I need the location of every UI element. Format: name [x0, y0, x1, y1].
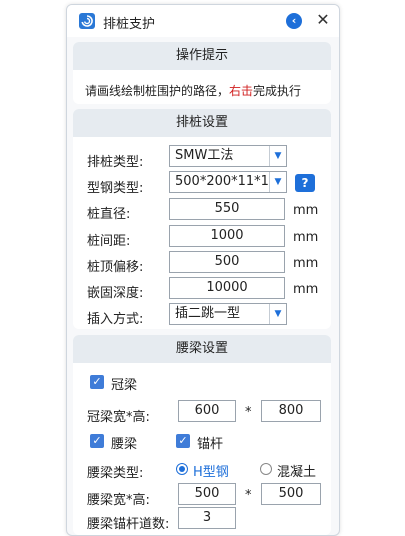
steel-type-select[interactable]: 500*200*11*19 ▼: [169, 171, 287, 193]
tip-text: 请画线绘制桩围护的路径，右击完成执行: [85, 84, 302, 98]
crown-times: *: [245, 405, 252, 420]
spiral-app-icon: [79, 13, 95, 29]
waist-label: 腰梁: [111, 437, 138, 452]
waist-type-label: 腰梁类型:: [87, 466, 144, 481]
insert-select[interactable]: 插二跳一型 ▼: [169, 303, 287, 325]
waist-times: *: [245, 488, 252, 503]
crown-checkbox[interactable]: ✓: [90, 375, 104, 389]
diameter-input[interactable]: 550: [169, 198, 285, 220]
h-steel-radio[interactable]: [176, 463, 188, 475]
steel-type-label: 型钢类型:: [87, 181, 144, 196]
embed-unit: mm: [293, 282, 319, 297]
waist-width-input[interactable]: 500: [178, 483, 236, 505]
offset-label: 桩顶偏移:: [87, 260, 144, 275]
crown-height-input[interactable]: 800: [261, 400, 321, 422]
waist-checkbox[interactable]: ✓: [90, 434, 104, 448]
collapse-icon[interactable]: ‹: [286, 13, 302, 29]
crown-width-input[interactable]: 600: [178, 400, 236, 422]
beam-header: 腰梁设置: [73, 335, 331, 363]
waist-wh-label: 腰梁宽*高:: [87, 493, 150, 508]
h-steel-option[interactable]: H型钢: [193, 461, 229, 480]
pile-type-select[interactable]: SMW工法 ▼: [169, 145, 287, 167]
pile-section: 排桩设置 排桩类型: SMW工法 ▼ 型钢类型: 500*200*11*19 ▼…: [73, 109, 331, 329]
spacing-unit: mm: [293, 230, 319, 245]
close-icon[interactable]: ✕: [314, 10, 332, 30]
chevron-down-icon[interactable]: ▼: [269, 304, 286, 324]
diameter-label: 桩直径:: [87, 207, 131, 222]
concrete-radio[interactable]: [260, 463, 272, 475]
pile-support-panel: 排桩支护 ‹ ✕ 操作提示 请画线绘制桩围护的路径，右击完成执行 排桩设置 排桩…: [66, 4, 340, 536]
spacing-label: 桩间距:: [87, 234, 131, 249]
anchor-count-input[interactable]: 3: [178, 507, 236, 529]
chevron-down-icon[interactable]: ▼: [269, 172, 286, 192]
concrete-option[interactable]: 混凝土: [277, 461, 316, 480]
anchor-count-label: 腰梁锚杆道数:: [87, 517, 170, 532]
embed-label: 嵌固深度:: [87, 286, 144, 301]
diameter-unit: mm: [293, 203, 319, 218]
embed-input[interactable]: 10000: [169, 277, 285, 299]
window-title: 排桩支护: [103, 17, 156, 32]
offset-unit: mm: [293, 256, 319, 271]
crown-label: 冠梁: [111, 378, 138, 393]
tips-header: 操作提示: [73, 42, 331, 70]
pile-header: 排桩设置: [73, 109, 331, 137]
tip-highlight: 右击: [229, 84, 254, 98]
tips-section: 操作提示 请画线绘制桩围护的路径，右击完成执行: [73, 42, 331, 104]
waist-height-input[interactable]: 500: [261, 483, 321, 505]
pile-type-label: 排桩类型:: [87, 155, 144, 170]
crown-wh-label: 冠梁宽*高:: [87, 410, 150, 425]
anchor-checkbox[interactable]: ✓: [176, 434, 190, 448]
help-button[interactable]: ?: [295, 174, 315, 192]
insert-label: 插入方式:: [87, 312, 144, 327]
offset-input[interactable]: 500: [169, 251, 285, 273]
spacing-input[interactable]: 1000: [169, 225, 285, 247]
beam-section: 腰梁设置 ✓ 冠梁 冠梁宽*高: 600 * 800 ✓ 腰梁 ✓ 锚杆 腰梁类…: [73, 335, 331, 535]
title-bar: 排桩支护 ‹ ✕: [67, 5, 339, 37]
anchor-label: 锚杆: [197, 437, 224, 452]
chevron-down-icon[interactable]: ▼: [269, 146, 286, 166]
